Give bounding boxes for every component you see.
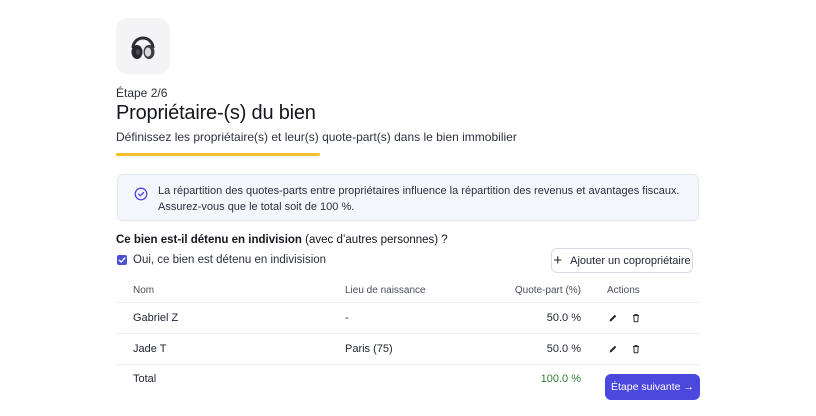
step-indicator: Étape 2/6 (116, 86, 168, 100)
table-header: Nom Lieu de naissance Quote-part (%) Act… (116, 278, 700, 303)
owner-share: 50.0 % (546, 312, 581, 324)
check-circle-icon (134, 187, 148, 201)
edit-button[interactable] (607, 313, 618, 324)
checkmark-icon (118, 257, 126, 263)
question-rest: (avec d’autres personnes) ? (301, 234, 448, 246)
owner-share: 50.0 % (546, 343, 581, 355)
indivision-checkbox[interactable] (117, 255, 127, 265)
trash-icon (632, 314, 639, 323)
header-name: Nom (133, 284, 155, 296)
table-row: Gabriel Z - 50.0 % (116, 303, 700, 334)
delete-button[interactable] (630, 344, 641, 355)
edit-button[interactable] (607, 344, 618, 355)
total-label: Total (133, 373, 157, 385)
headphones-icon (131, 36, 155, 59)
pencil-icon (609, 314, 616, 322)
trash-icon (632, 345, 639, 354)
question-strong: Ce bien est-il détenu en indivision (116, 234, 302, 246)
plus-icon: + (553, 251, 563, 269)
arrow-right-icon: → (683, 381, 694, 393)
add-coowner-label: Ajouter un copropriétaire (570, 254, 691, 267)
page-title: Propriétaire-(s) du bien (116, 102, 316, 124)
add-coowner-button[interactable]: + Ajouter un copropriétaire (551, 248, 693, 273)
table-row: Jade T Paris (75) 50.0 % (116, 334, 700, 365)
total-value: 100.0 % (540, 373, 581, 385)
app-logo (116, 18, 170, 74)
indivision-question: Ce bien est-il détenu en indivision (ave… (116, 234, 448, 246)
info-line-2: Assurez-vous que le total soit de 100 %. (158, 201, 355, 213)
progress-bar (116, 153, 700, 156)
indivision-checkbox-row[interactable]: Oui, ce bien est détenu en indivisision (117, 254, 326, 266)
progress-fill (116, 153, 321, 156)
owner-birthplace: Paris (75) (345, 343, 393, 355)
next-step-button[interactable]: Étape suivante → (605, 374, 700, 400)
info-callout: La répartition des quotes-parts entre pr… (117, 174, 699, 221)
pencil-icon (609, 345, 616, 353)
header-birthplace: Lieu de naissance (345, 284, 426, 296)
page-subtitle: Définissez les propriétaire(s) et leur(s… (116, 130, 517, 144)
row-actions (607, 313, 641, 324)
header-share: Quote-part (%) (514, 284, 581, 296)
info-text: La répartition des quotes-parts entre pr… (158, 183, 680, 215)
owner-name: Jade T (133, 343, 167, 355)
row-actions (607, 344, 641, 355)
next-step-label: Étape suivante (611, 381, 681, 393)
indivision-checkbox-label[interactable]: Oui, ce bien est détenu en indivisision (133, 254, 326, 266)
owner-birthplace: - (345, 312, 349, 324)
header-actions: Actions (607, 284, 640, 296)
delete-button[interactable] (630, 313, 641, 324)
owner-name: Gabriel Z (133, 312, 179, 324)
info-line-1: La répartition des quotes-parts entre pr… (158, 185, 680, 197)
